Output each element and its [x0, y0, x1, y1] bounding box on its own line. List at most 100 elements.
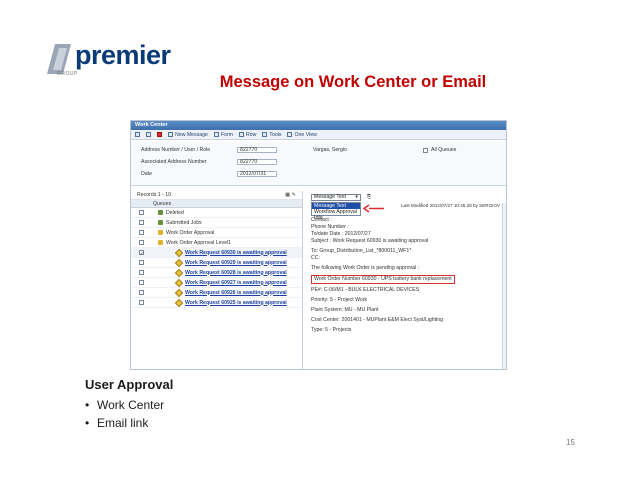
- work-request-icon: [174, 278, 184, 287]
- date-input[interactable]: 2012/07/31: [237, 171, 277, 177]
- chevron-down-icon: ▾: [355, 194, 358, 200]
- assoc-row: Associated Address Number 822770: [141, 159, 277, 165]
- header-form: Address Number / User / Role 822770 Varg…: [131, 142, 506, 186]
- work-request-row[interactable]: Work Request 60927 is awaiting approval: [131, 278, 302, 288]
- delete-icon[interactable]: [157, 132, 162, 137]
- work-request-icon: [174, 288, 184, 297]
- queue-folder-icon: [158, 230, 163, 235]
- row-icon: [238, 132, 244, 137]
- page-number: 15: [566, 438, 575, 447]
- row-checkbox[interactable]: [139, 220, 144, 225]
- queue-tree-node[interactable]: Submitted Jobs: [131, 218, 302, 228]
- new-message-icon: [168, 132, 173, 137]
- work-center-screenshot: Work Center New Message Form Row Tools O…: [130, 120, 507, 370]
- work-request-row[interactable]: Work Request 60929 is awaiting approval: [131, 258, 302, 268]
- message-line: Cost Center: 2001401 - MUPlant E&M Elect…: [311, 317, 444, 323]
- user-name: Vargas, Sergio: [313, 147, 347, 153]
- last-modified-text: Last Modified 2012/07/27 10:45:26 by SER…: [401, 203, 501, 208]
- work-request-link[interactable]: Work Request 60926 is awaiting approval: [185, 290, 287, 296]
- grid-tools-icon[interactable]: ▦ ✎: [285, 192, 296, 198]
- all-queues-label: All Queues: [431, 147, 457, 153]
- message-line: CC:: [311, 255, 320, 261]
- logo-wordmark: premier: [75, 40, 171, 70]
- window-title: Work Center: [131, 121, 506, 130]
- work-request-row[interactable]: Work Request 60928 is awaiting approval: [131, 268, 302, 278]
- address-input[interactable]: 822770: [237, 147, 277, 153]
- copy-icon[interactable]: [146, 132, 151, 137]
- toolbar: New Message Form Row Tools One View: [131, 130, 506, 140]
- work-request-icon: [174, 298, 184, 307]
- slide-title: Message on Work Center or Email: [219, 73, 487, 91]
- work-request-icon: [174, 258, 184, 267]
- work-request-icon: [174, 248, 184, 257]
- date-label: Date: [141, 171, 152, 177]
- work-request-row[interactable]: ✓ Work Request 60930 is awaiting approval: [131, 248, 302, 258]
- attachment-icon[interactable]: ⎘: [367, 194, 371, 201]
- queue-folder-icon: [158, 210, 163, 215]
- bullet-item: • Email link: [85, 416, 149, 430]
- work-request-row[interactable]: Work Request 60925 is awaiting approval: [131, 298, 302, 308]
- all-queues-checkbox[interactable]: [423, 147, 428, 153]
- queue-tree-node[interactable]: Deleted: [131, 208, 302, 218]
- work-request-link[interactable]: Work Request 60928 is awaiting approval: [185, 270, 287, 276]
- assoc-label: Associated Address Number: [141, 159, 207, 165]
- queue-folder-icon: [158, 220, 163, 225]
- save-icon[interactable]: [135, 132, 140, 137]
- work-request-link[interactable]: Work Request 60930 is awaiting approval: [185, 250, 287, 256]
- work-request-row[interactable]: Work Request 60926 is awaiting approval: [131, 288, 302, 298]
- message-line: To: Group_Distribution_List_*800011_WF1*: [311, 248, 412, 254]
- queues-panel: Records 1 - 10 ▦ ✎ Queues Deleted Submitt…: [131, 191, 303, 369]
- tools-icon: [262, 132, 268, 137]
- records-header: Records 1 - 10 ▦ ✎: [131, 191, 302, 200]
- row-checkbox[interactable]: [139, 240, 144, 245]
- message-line: Priority: 5 - Project Work: [311, 297, 368, 303]
- queue-tree-node[interactable]: Work Order Approval Level1: [131, 238, 302, 248]
- queue-tree-node[interactable]: Work Order Approval: [131, 228, 302, 238]
- message-line: Subject : Work Request 60930 is awaiting…: [311, 238, 429, 244]
- new-message-button[interactable]: New Message: [168, 132, 208, 138]
- tools-menu-button[interactable]: Tools: [262, 132, 281, 138]
- message-line: The following Work Order is pending appr…: [311, 265, 420, 271]
- row-checkbox[interactable]: [139, 210, 144, 215]
- message-type-dropdown: Message Text Workflow Approval Info: [311, 202, 361, 221]
- row-checkbox[interactable]: [139, 300, 144, 305]
- message-line: Plant System: MU - MU Plant: [311, 307, 379, 313]
- one-view-button[interactable]: One View: [287, 132, 317, 138]
- bullet-item: • Work Center: [85, 398, 165, 412]
- message-line: Contact :: [311, 217, 332, 223]
- dropdown-option-workflow-approval[interactable]: Workflow Approval Info: [312, 209, 360, 221]
- message-type-select[interactable]: Message Text ▾: [311, 193, 361, 201]
- row-menu-button[interactable]: Row: [238, 132, 256, 138]
- message-line: To/date Date : 2012/07/27: [311, 231, 371, 237]
- row-checkbox[interactable]: [139, 280, 144, 285]
- work-request-icon: [174, 268, 184, 277]
- row-checkbox[interactable]: [139, 230, 144, 235]
- message-line: Type: 5 - Projects: [311, 327, 352, 333]
- message-line: PE#: C-06/M1 - BULK ELECTRICAL DEVICES: [311, 287, 420, 293]
- row-checkbox[interactable]: [139, 290, 144, 295]
- message-line: Phone Number :: [311, 224, 349, 230]
- work-request-link[interactable]: Work Request 60925 is awaiting approval: [185, 300, 287, 306]
- assoc-input[interactable]: 822770: [237, 159, 277, 165]
- queue-label: Work Order Approval Level1: [166, 239, 232, 246]
- work-request-link[interactable]: Work Request 60927 is awaiting approval: [185, 280, 287, 286]
- queue-label: Deleted: [166, 209, 184, 216]
- bullet-icon: •: [85, 416, 90, 430]
- message-body: Contact : Phone Number : To/date Date : 20…: [311, 217, 499, 334]
- queues-column-header: Queues: [131, 200, 302, 208]
- queue-tree: Deleted Submitted Jobs Work Order Approval…: [131, 208, 302, 308]
- row-checkbox[interactable]: [139, 270, 144, 275]
- message-line: Work Order Number 60930 - UPS battery ba…: [311, 275, 455, 284]
- section-title: User Approval: [85, 377, 174, 392]
- message-scrollbar[interactable]: [502, 203, 506, 369]
- red-arrow-annotation-icon: [363, 204, 384, 213]
- queue-label: Submitted Jobs: [166, 219, 202, 226]
- bullet-icon: •: [85, 398, 90, 412]
- all-queues-option[interactable]: All Queues: [423, 147, 456, 153]
- work-request-link[interactable]: Work Request 60929 is awaiting approval: [185, 260, 287, 266]
- message-panel: Message Text ▾ ⎘ Message Text Workflow A…: [305, 191, 506, 369]
- one-view-icon: [287, 132, 293, 137]
- form-menu-button[interactable]: Form: [213, 132, 233, 138]
- row-checkbox[interactable]: ✓: [139, 250, 144, 257]
- row-checkbox[interactable]: [139, 260, 144, 265]
